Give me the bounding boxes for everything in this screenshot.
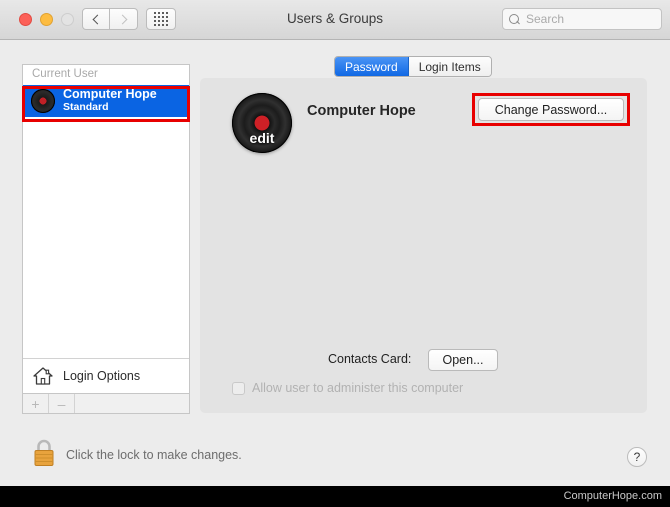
sidebar-section-header: Current User (32, 68, 98, 80)
window-titlebar: Users & Groups (0, 0, 670, 40)
sidebar-item-login-options[interactable]: Login Options (23, 358, 189, 393)
change-password-button[interactable]: Change Password... (478, 98, 624, 121)
search-icon (509, 14, 519, 24)
user-full-name: Computer Hope (307, 103, 416, 119)
lock-closed-icon[interactable] (30, 437, 58, 469)
user-list-toolbar: + – (22, 394, 190, 414)
allow-admin-label: Allow user to administer this computer (252, 381, 464, 395)
lock-instruction-text: Click the lock to make changes. (66, 448, 242, 462)
watermark-text: ComputerHope.com (563, 490, 662, 502)
open-contacts-card-button[interactable]: Open... (428, 349, 498, 371)
avatar-edit-label: edit (249, 130, 275, 146)
search-box[interactable] (502, 8, 662, 30)
preferences-window: Users & Groups Current User Computer Hop… (0, 0, 670, 507)
home-icon (32, 366, 54, 386)
tab-login-items[interactable]: Login Items (408, 57, 491, 76)
user-row-kind: Standard (63, 101, 109, 114)
user-avatar-icon (31, 89, 55, 113)
user-row-text: Computer Hope Standard (63, 88, 157, 113)
watermark-bar: ComputerHope.com (0, 486, 670, 507)
tab-bar: Password Login Items (334, 56, 492, 77)
allow-admin-checkbox (232, 381, 245, 395)
user-row-name: Computer Hope (63, 87, 157, 102)
search-input[interactable] (524, 11, 653, 27)
remove-user-button: – (49, 394, 75, 413)
allow-admin-row: Allow user to administer this computer (232, 381, 463, 395)
login-options-label: Login Options (63, 369, 141, 383)
tab-password[interactable]: Password (335, 57, 409, 76)
user-avatar-large-icon[interactable]: edit (232, 93, 292, 153)
sidebar-item-computer-hope[interactable]: Computer Hope Standard (23, 85, 189, 117)
contacts-card-label: Contacts Card: (328, 352, 412, 366)
user-list-sidebar: Current User Computer Hope Standard Logi… (22, 64, 190, 394)
add-user-button: + (23, 394, 49, 413)
help-button[interactable]: ? (627, 447, 647, 467)
